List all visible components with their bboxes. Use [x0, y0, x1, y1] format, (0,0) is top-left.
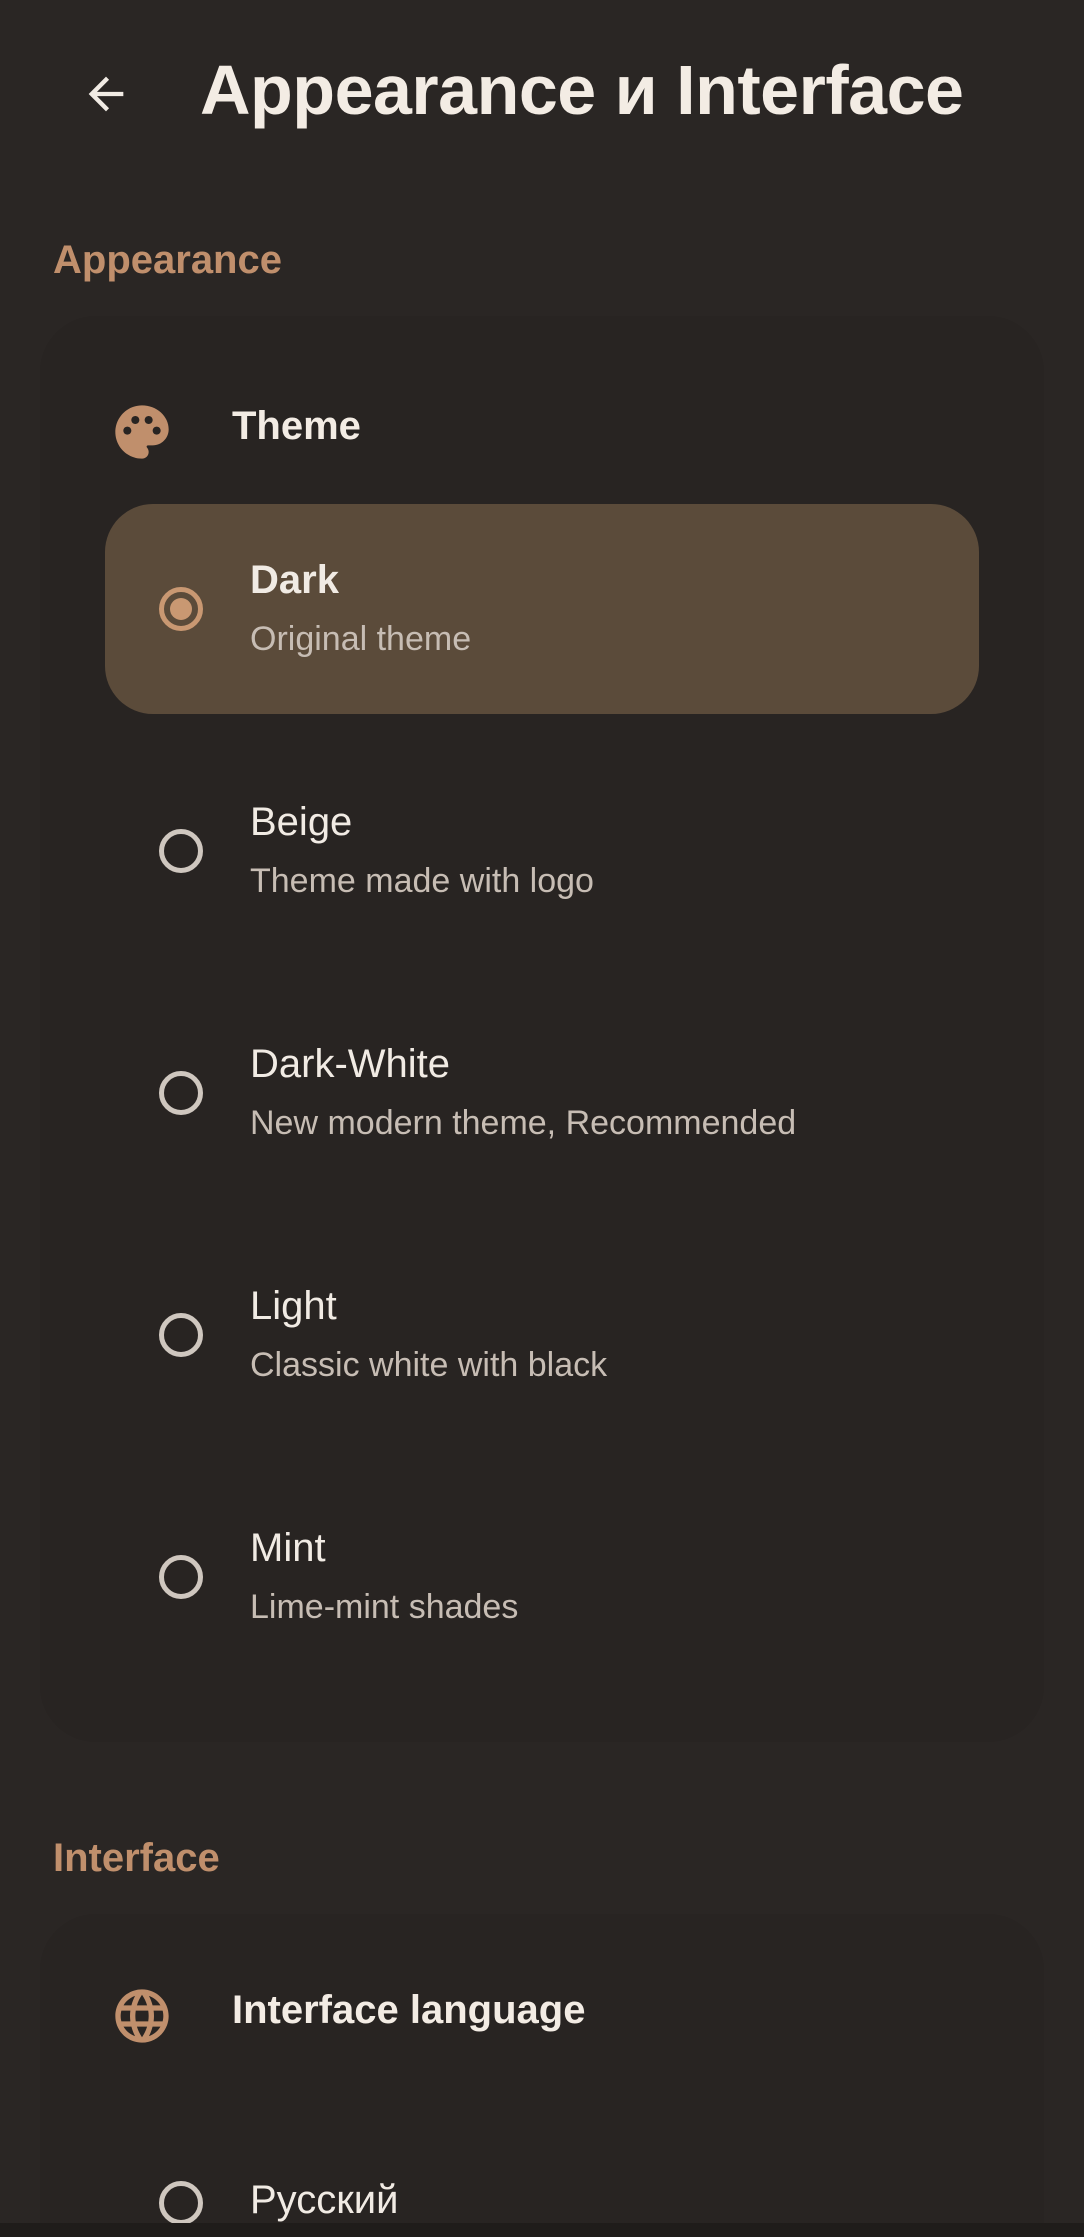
- radio-button[interactable]: [159, 1313, 203, 1357]
- theme-option-beige[interactable]: Beige Theme made with logo: [105, 746, 979, 956]
- option-title: Mint: [250, 1526, 326, 1570]
- section-header-appearance: Appearance: [53, 238, 282, 282]
- language-card-header: Interface language: [40, 1970, 1044, 2090]
- radio-button[interactable]: [159, 1555, 203, 1599]
- navigation-bar-edge: [0, 2223, 1084, 2237]
- theme-option-light[interactable]: Light Classic white with black: [105, 1230, 979, 1440]
- section-header-interface: Interface: [53, 1836, 220, 1880]
- option-title: Dark-White: [250, 1042, 451, 1086]
- globe-icon: [108, 1982, 176, 2050]
- language-card: Interface language Русский: [40, 1914, 1044, 2237]
- option-title: Русский: [250, 2178, 399, 2222]
- option-title: Light: [250, 1284, 337, 1328]
- arrow-left-icon: [88, 76, 124, 112]
- radio-button[interactable]: [159, 829, 203, 873]
- theme-option-dark[interactable]: Dark Original theme: [105, 504, 979, 714]
- option-title: Dark: [250, 558, 339, 602]
- palette-icon: [108, 398, 176, 466]
- option-title: Beige: [250, 800, 353, 844]
- option-subtitle: Classic white with black: [250, 1346, 608, 1384]
- theme-option-mint[interactable]: Mint Lime-mint shades: [105, 1472, 979, 1682]
- top-app-bar: Appearance и Interface: [0, 0, 1084, 190]
- language-card-title: Interface language: [232, 1988, 586, 2032]
- option-subtitle: Theme made with logo: [250, 862, 594, 900]
- theme-card: Theme Dark Original theme Beige Theme ma…: [40, 316, 1044, 1742]
- theme-card-title: Theme: [232, 404, 361, 448]
- option-subtitle: New modern theme, Recommended: [250, 1104, 797, 1142]
- radio-button[interactable]: [159, 2181, 203, 2225]
- radio-button[interactable]: [159, 1071, 203, 1115]
- option-subtitle: Original theme: [250, 620, 472, 658]
- settings-screen: Appearance и Interface Appearance Theme …: [0, 0, 1084, 2237]
- page-title: Appearance и Interface: [200, 51, 964, 129]
- option-subtitle: Lime-mint shades: [250, 1588, 519, 1626]
- language-option-russian[interactable]: Русский: [105, 2102, 979, 2237]
- theme-card-header: Theme: [40, 372, 1044, 492]
- back-button[interactable]: [70, 58, 142, 130]
- theme-option-dark-white[interactable]: Dark-White New modern theme, Recommended: [105, 988, 979, 1198]
- radio-button-selected[interactable]: [159, 587, 203, 631]
